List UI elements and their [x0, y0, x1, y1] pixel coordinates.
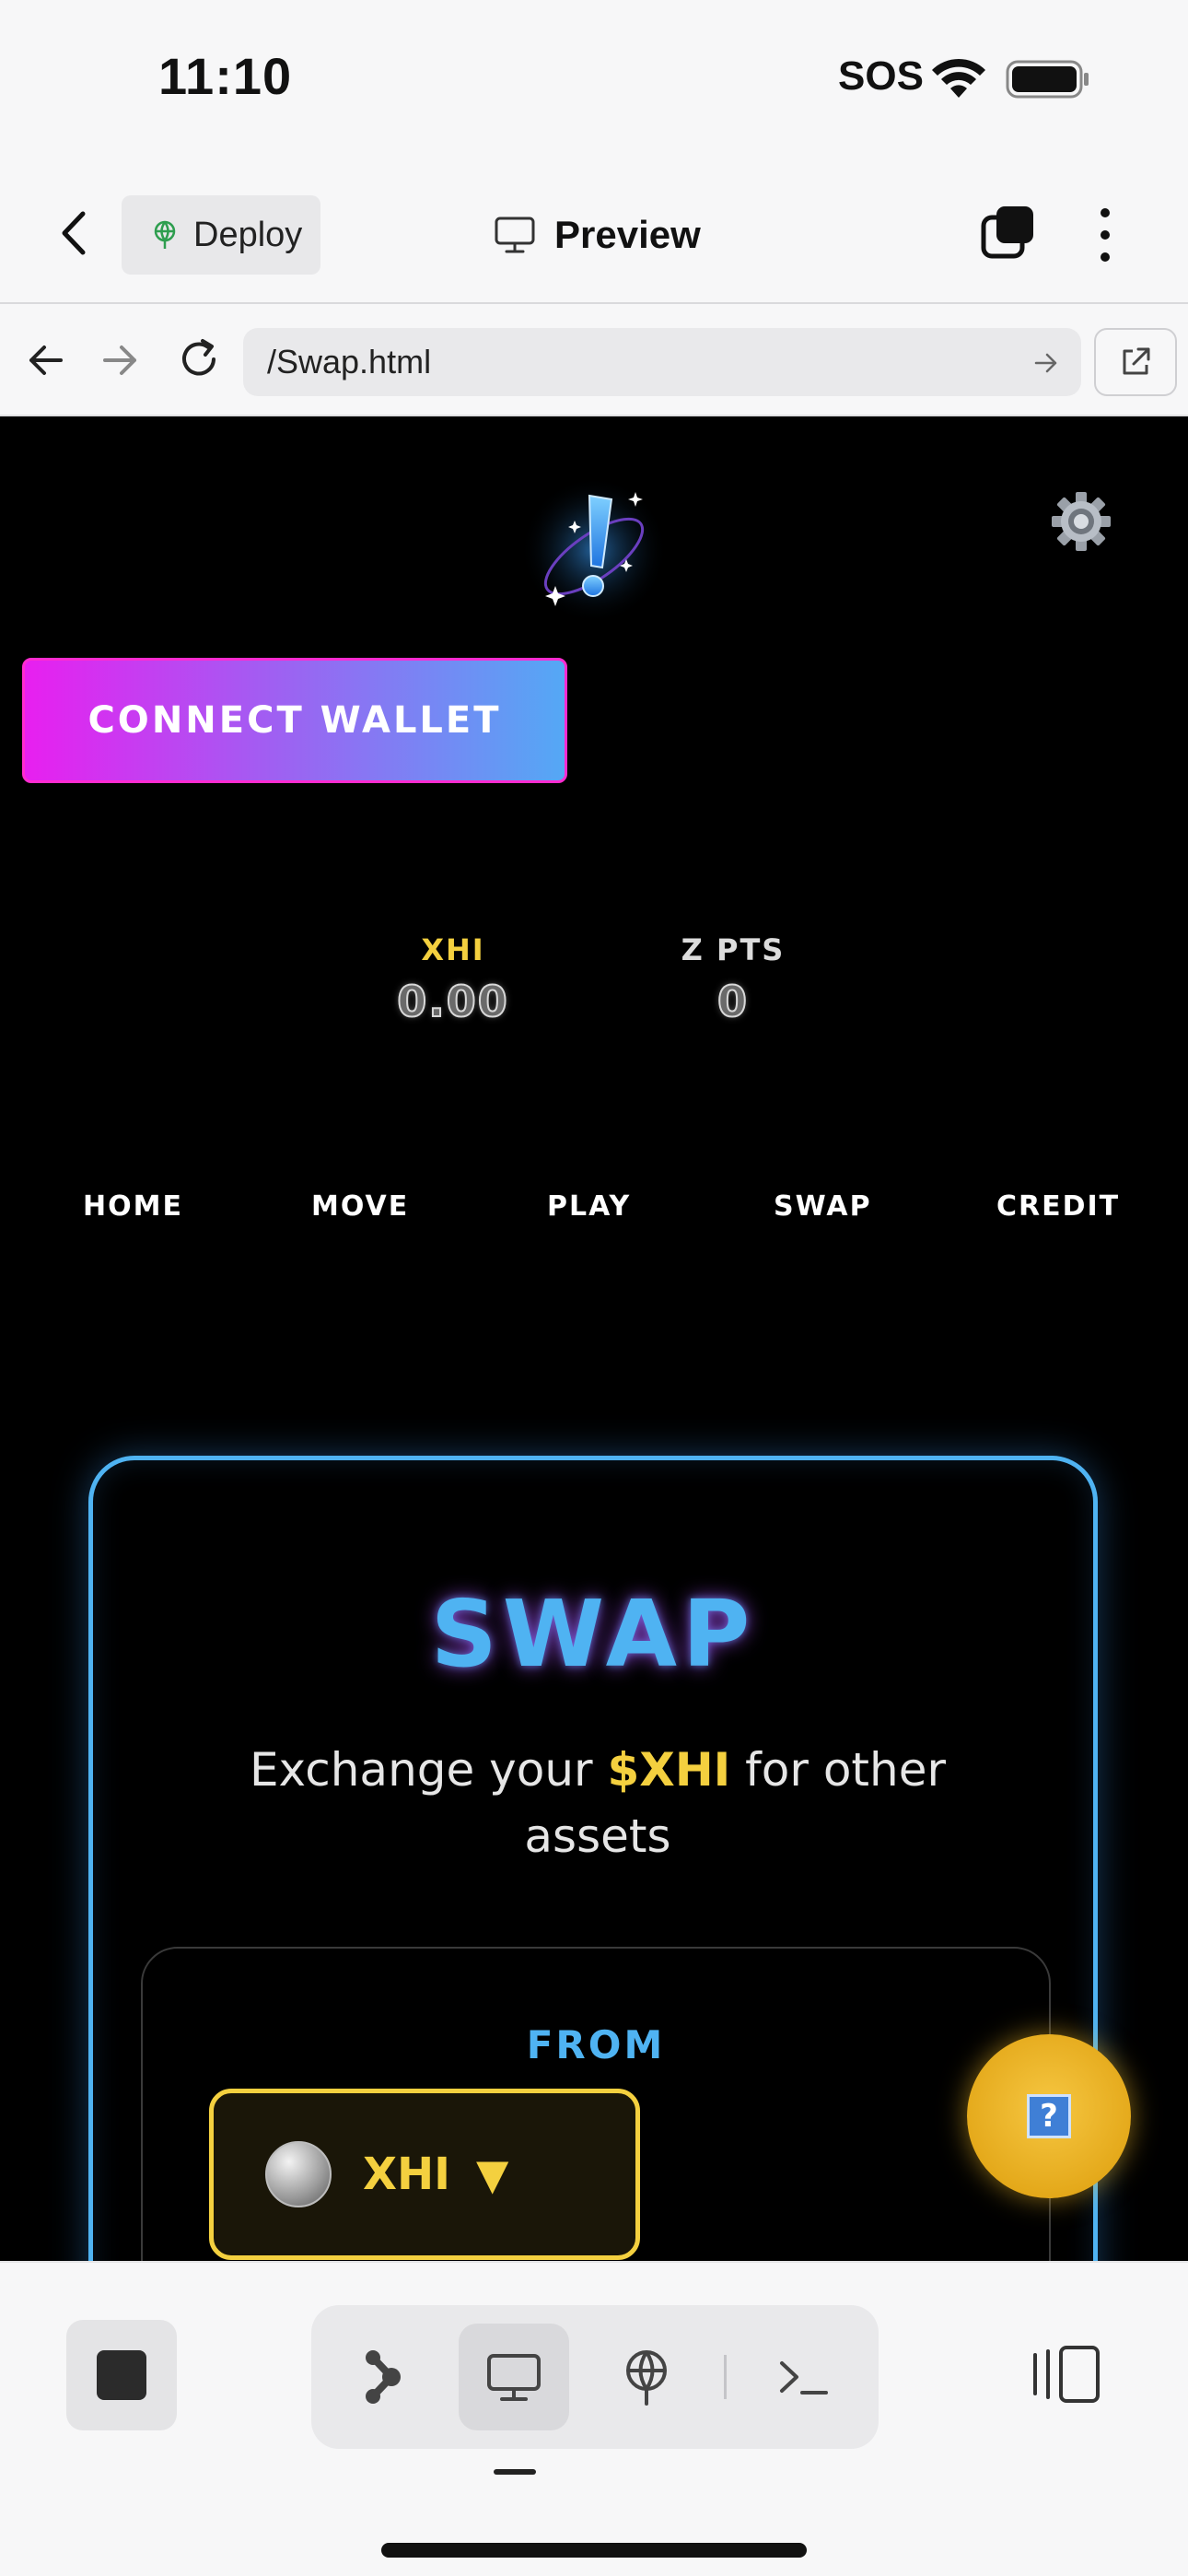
from-label: FROM [526, 2022, 666, 2067]
swap-card: SWAP Exchange your $XHI for other assets… [88, 1456, 1098, 2261]
nav-move[interactable]: MOVE [311, 1190, 409, 1223]
page-title: Preview [494, 203, 701, 267]
status-time: 11:10 [158, 47, 293, 105]
z-points-balance: Z PTS 0 [659, 932, 807, 1027]
globe-icon [154, 220, 176, 249]
exclamation-logo-icon[interactable] [516, 472, 672, 628]
globe-icon [626, 2350, 667, 2406]
wifi-icon [932, 58, 985, 98]
xhi-coin-icon [265, 2141, 332, 2207]
z-points-label: Z PTS [681, 932, 786, 967]
active-tab-indicator [494, 2469, 536, 2475]
back-chevron-icon[interactable] [52, 208, 98, 258]
monitor-icon [495, 217, 535, 253]
connect-wallet-button[interactable]: CONNECT WALLET [22, 658, 567, 783]
more-vertical-icon[interactable] [1087, 205, 1124, 265]
deploy-button[interactable]: Deploy [122, 195, 320, 275]
app-bar: Deploy Preview [0, 157, 1188, 304]
open-external-button[interactable] [1094, 328, 1177, 396]
terminal-icon [780, 2361, 828, 2395]
battery-icon [1006, 60, 1089, 99]
web-viewport: CONNECT WALLET XHI 0.00 Z PTS 0 HOME MOV… [0, 416, 1188, 2261]
site-nav: HOME MOVE PLAY SWAP CREDIT [0, 1190, 1188, 1246]
nodes-icon [366, 2350, 401, 2404]
xhi-value: 0.00 [396, 976, 509, 1027]
arrow-right-icon[interactable] [99, 339, 142, 381]
arrow-left-icon[interactable] [24, 339, 66, 381]
url-field[interactable]: /Swap.html [243, 328, 1081, 396]
nav-credit[interactable]: CREDIT [996, 1190, 1120, 1223]
from-panel: FROM XHI ▼ [141, 1947, 1051, 2261]
browser-toolbar: /Swap.html [0, 306, 1188, 416]
z-points-value: 0 [716, 976, 749, 1027]
home-indicator [381, 2543, 807, 2558]
caret-down-icon: ▼ [476, 2149, 509, 2199]
external-link-icon [1123, 347, 1150, 375]
help-button[interactable]: ? [967, 2034, 1131, 2198]
reload-icon[interactable] [175, 335, 223, 383]
url-text: /Swap.html [267, 343, 432, 381]
status-bar: 11:10 SOS [0, 0, 1188, 157]
go-arrow-icon[interactable] [1033, 350, 1059, 376]
agent-tool[interactable] [326, 2324, 437, 2430]
preview-label: Preview [554, 213, 701, 256]
deploy-tool[interactable] [591, 2324, 702, 2430]
gear-icon[interactable] [1050, 490, 1112, 553]
preview-tool[interactable] [459, 2324, 569, 2430]
swap-title: SWAP [430, 1580, 756, 1688]
swap-subtitle: Exchange your $XHI for other assets [204, 1737, 992, 1869]
terminal-tool[interactable] [748, 2324, 858, 2430]
token-name: XHI [363, 2149, 451, 2200]
xhi-balance: XHI 0.00 [376, 932, 530, 1027]
bottom-toolbar [0, 2261, 1188, 2576]
from-token-select[interactable]: XHI ▼ [209, 2089, 640, 2260]
xhi-label: XHI [421, 932, 485, 967]
status-sos: SOS [838, 53, 924, 99]
subtitle-text-start: Exchange your [249, 1743, 608, 1797]
stop-button[interactable] [66, 2320, 177, 2430]
nav-home[interactable]: HOME [83, 1190, 183, 1223]
nav-play[interactable]: PLAY [547, 1190, 631, 1223]
view-switcher [311, 2305, 879, 2449]
toolbar-divider [724, 2355, 727, 2399]
tabs-icon[interactable] [980, 205, 1035, 260]
deploy-label: Deploy [193, 215, 303, 254]
panel-toggle-icon[interactable] [1031, 2344, 1101, 2405]
nav-swap[interactable]: SWAP [774, 1190, 872, 1223]
stop-icon [97, 2350, 146, 2400]
subtitle-token: $XHI [607, 1743, 731, 1797]
monitor-icon [487, 2354, 541, 2401]
question-icon: ? [1027, 2094, 1071, 2138]
